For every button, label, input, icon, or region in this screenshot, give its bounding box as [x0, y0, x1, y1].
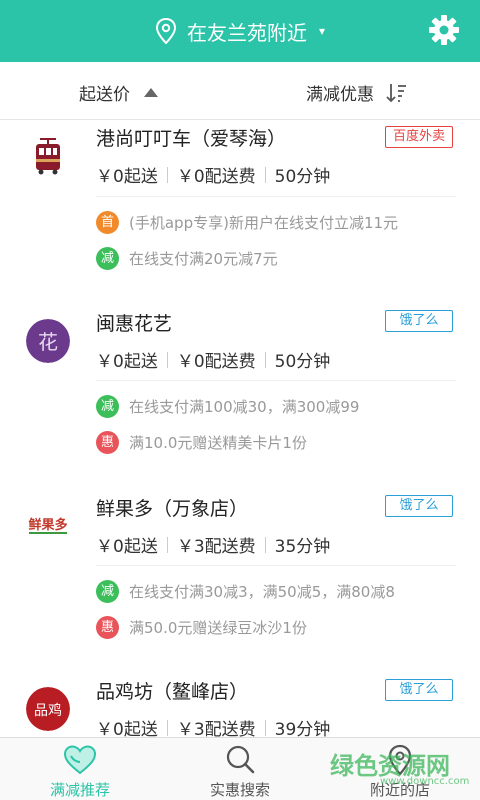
- source-badge: 饿了么: [385, 495, 453, 517]
- shop-list[interactable]: 港尚叮叮车（爱琴海） 百度外卖 ￥0起送 ￥0配送费 50分钟 首 (手机app…: [0, 120, 480, 737]
- promo-item: 惠 满50.0元赠送绿豆冰沙1份: [96, 616, 307, 639]
- fruit-shop-logo: 鲜果多: [26, 504, 70, 548]
- sort-by-min-order[interactable]: 起送价: [79, 80, 158, 105]
- delivery-time: 39分钟: [274, 720, 331, 737]
- sort-min-order-label: 起送价: [79, 85, 130, 105]
- shop-name: 品鸡坊（鳌峰店）: [96, 681, 249, 703]
- shop-card[interactable]: 品鸡 品鸡坊（鳌峰店） 饿了么 ￥0起送 ￥3配送费 39分钟: [0, 675, 480, 737]
- shop-meta: ￥0起送 ￥0配送费 50分钟: [96, 347, 330, 372]
- shop-card[interactable]: 鲜果多 鲜果多（万象店） 饿了么 ￥0起送 ￥3配送费 35分钟 减 在线支付满…: [0, 490, 480, 670]
- delivery-time: 50分钟: [274, 167, 331, 187]
- tab-label: 满减推荐: [49, 781, 110, 799]
- promo-text: 在线支付满30减3，满50减5，满80减8: [129, 583, 395, 601]
- promo-item: 减 在线支付满100减30，满300减99: [96, 395, 359, 418]
- shop-meta: ￥0起送 ￥3配送费 39分钟: [96, 715, 330, 737]
- card-divider: [96, 196, 456, 197]
- promo-item: 减 在线支付满30减3，满50减5，满80减8: [96, 580, 395, 603]
- promo-text: 在线支付满20元减7元: [129, 250, 278, 268]
- tab-label: 实惠搜索: [209, 781, 270, 799]
- promo-text: (手机app专享)新用户在线支付立减11元: [129, 214, 399, 232]
- svg-text:花: 花: [38, 330, 58, 354]
- min-order: ￥0起送: [96, 167, 158, 187]
- card-divider: [96, 565, 456, 566]
- delivery-time: 50分钟: [274, 352, 331, 372]
- shop-name: 港尚叮叮车（爱琴海）: [96, 128, 287, 150]
- tab-value-search[interactable]: 实惠搜索: [160, 738, 320, 800]
- delivery-fee: ￥0配送费: [176, 167, 256, 187]
- source-badge: 饿了么: [385, 679, 453, 701]
- promo-text: 满50.0元赠送绿豆冰沙1份: [129, 619, 307, 637]
- tab-discount-recommend[interactable]: 满减推荐: [0, 738, 160, 800]
- location-pin-icon: [155, 18, 176, 44]
- shop-meta: ￥0起送 ￥0配送费 50分钟: [96, 162, 330, 187]
- promo-badge: 惠: [96, 616, 119, 639]
- card-divider: [96, 380, 456, 381]
- divider: [166, 351, 168, 368]
- sort-bar: 起送价 满减优惠: [0, 62, 480, 120]
- divider: [264, 351, 266, 368]
- promo-badge: 减: [96, 247, 119, 270]
- delivery-fee: ￥0配送费: [176, 352, 256, 372]
- location-text: 在友兰苑附近: [186, 20, 307, 45]
- watermark-url: www.downcc.com: [380, 776, 470, 787]
- divider: [166, 719, 168, 736]
- gear-icon[interactable]: [428, 14, 460, 46]
- promo-badge: 惠: [96, 431, 119, 454]
- source-badge: 百度外卖: [385, 126, 453, 148]
- divider: [166, 166, 168, 183]
- promo-badge: 减: [96, 580, 119, 603]
- top-bar: 在友兰苑附近 ▾: [0, 0, 480, 62]
- delivery-fee: ￥3配送费: [176, 537, 256, 557]
- divider: [264, 166, 266, 183]
- delivery-fee: ￥3配送费: [176, 720, 256, 737]
- sort-discount-label: 满减优惠: [306, 85, 374, 105]
- shop-card[interactable]: 花 闽惠花艺 饿了么 ￥0起送 ￥0配送费 50分钟 减 在线支付满100减30…: [0, 305, 480, 485]
- delivery-time: 35分钟: [274, 537, 331, 557]
- promo-badge: 减: [96, 395, 119, 418]
- flower-shop-logo: 花: [26, 319, 70, 363]
- divider: [264, 719, 266, 736]
- promo-text: 满10.0元赠送精美卡片1份: [129, 434, 307, 452]
- promo-item: 惠 满10.0元赠送精美卡片1份: [96, 431, 307, 454]
- promo-text: 在线支付满100减30，满300减99: [129, 398, 360, 416]
- location-selector[interactable]: 在友兰苑附近 ▾: [155, 17, 325, 46]
- promo-item: 减 在线支付满20元减7元: [96, 247, 278, 270]
- promo-item: 首 (手机app专享)新用户在线支付立减11元: [96, 211, 398, 234]
- chicken-shop-logo: 品鸡: [26, 687, 70, 731]
- heart-icon: [63, 745, 97, 775]
- promo-badge: 首: [96, 211, 119, 234]
- divider: [166, 536, 168, 553]
- search-icon: [226, 745, 255, 774]
- sort-list-icon: [386, 83, 406, 102]
- source-badge: 饿了么: [385, 310, 453, 332]
- app-screen: 在友兰苑附近 ▾ 起送价 满减优惠 港尚叮叮车（爱琴海） 百度外卖 ￥0起送 ￥…: [0, 0, 480, 800]
- svg-text:品鸡: 品鸡: [34, 702, 62, 719]
- shop-card[interactable]: 港尚叮叮车（爱琴海） 百度外卖 ￥0起送 ￥0配送费 50分钟 首 (手机app…: [0, 120, 480, 298]
- dropdown-caret-icon: ▾: [318, 24, 326, 38]
- sort-by-discount[interactable]: 满减优惠: [306, 80, 408, 105]
- sort-ascending-icon: [144, 88, 158, 97]
- min-order: ￥0起送: [96, 352, 158, 372]
- shop-meta: ￥0起送 ￥3配送费 35分钟: [96, 532, 330, 557]
- svg-text:鲜果多: 鲜果多: [28, 517, 67, 533]
- min-order: ￥0起送: [96, 720, 158, 737]
- divider: [264, 536, 266, 553]
- shop-name: 闽惠花艺: [96, 313, 173, 335]
- tram-logo: [26, 136, 70, 180]
- shop-name: 鲜果多（万象店）: [96, 498, 249, 520]
- min-order: ￥0起送: [96, 537, 158, 557]
